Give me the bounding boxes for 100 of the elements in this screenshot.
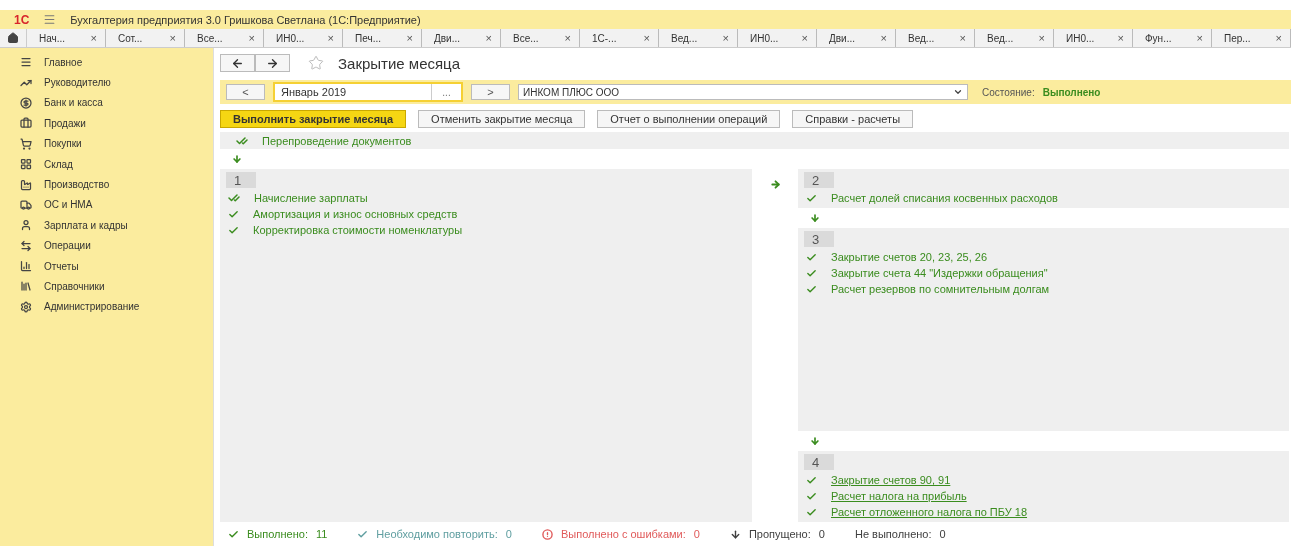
sidebar-item[interactable]: Руководителю (0, 72, 213, 93)
person-icon (20, 219, 32, 232)
grid-icon (20, 158, 32, 171)
menu-icon (20, 56, 32, 69)
sidebar-item[interactable]: Зарплата и кадры (0, 215, 213, 236)
window-title: Бухгалтерия предприятия 3.0 Гришкова Светлана (1С:Предприятие) (70, 13, 421, 26)
sidebar-item[interactable]: Банк и касса (0, 92, 213, 114)
sidebar-item[interactable]: Склад (0, 153, 213, 175)
close-icon[interactable]: × (1038, 32, 1045, 44)
organization-field[interactable]: ИНКОМ ПЛЮС ООО (518, 84, 968, 100)
app-logo: 1С (14, 12, 30, 27)
down-arrow-icon (729, 528, 741, 540)
operation-label: Начисление зарплаты (254, 192, 368, 204)
operation-label: Расчет резервов по сомнительным долгам (831, 283, 1050, 295)
sidebar-item[interactable]: Продажи (0, 113, 213, 134)
legend-count: 0 (505, 528, 512, 540)
operation-link[interactable]: Расчет отложенного налога по ПБУ 18 (831, 506, 1028, 518)
close-icon[interactable]: × (880, 32, 887, 44)
period-field[interactable]: Январь 2019 ... (273, 82, 463, 102)
close-icon[interactable]: × (1275, 32, 1282, 44)
right-arrow-icon (769, 179, 781, 190)
star-icon[interactable] (308, 55, 324, 71)
swap-arrows-icon (20, 239, 32, 252)
state-label: Состояние: (982, 86, 1035, 98)
check-icon (357, 528, 369, 540)
close-icon[interactable]: × (643, 32, 650, 44)
double-check-icon (236, 134, 248, 147)
document-tab[interactable]: Дви... × (422, 29, 501, 47)
dropdown-icon[interactable] (953, 87, 963, 97)
legend-label: Выполнено: (247, 528, 308, 540)
check-icon (806, 474, 817, 486)
operation-link[interactable]: Закрытие счетов 90, 91 (831, 474, 951, 486)
legend-count: 11 (315, 528, 328, 540)
document-tab[interactable]: Дви... × (817, 29, 896, 47)
document-tab[interactable]: Вед... × (659, 29, 738, 47)
sidebar-item[interactable]: ОС и НМА (0, 194, 213, 216)
legend-label: Пропущено: (748, 528, 811, 540)
right-arrow-icon[interactable] (266, 56, 279, 70)
document-tab[interactable]: Пер... × (1212, 29, 1291, 47)
sidebar-item[interactable]: Операции (0, 235, 213, 256)
close-icon[interactable]: × (485, 32, 492, 44)
page-title: Закрытие месяца (338, 54, 461, 72)
document-tab[interactable]: Все... × (185, 29, 264, 47)
check-icon (806, 283, 817, 295)
sidebar-item[interactable]: Отчеты (0, 255, 213, 277)
close-icon[interactable]: × (564, 32, 571, 44)
cart-icon (20, 137, 32, 150)
action-button[interactable]: Отменить закрытие месяца (418, 110, 586, 128)
close-icon[interactable]: × (1117, 32, 1124, 44)
document-tab[interactable]: Печ... × (343, 29, 422, 47)
legend-count: 0 (693, 528, 700, 540)
document-tab[interactable]: Вед... × (896, 29, 975, 47)
close-icon[interactable]: × (90, 32, 97, 44)
down-arrow-icon (810, 436, 820, 446)
action-button[interactable]: Справки - расчеты (792, 110, 914, 128)
sidebar-item[interactable]: Главное (0, 52, 213, 73)
check-icon (228, 208, 239, 220)
close-icon[interactable]: × (959, 32, 966, 44)
sidebar-item[interactable]: Администрирование (0, 296, 213, 318)
sidebar-item[interactable]: Справочники (0, 276, 213, 297)
document-tab[interactable]: ИН0... × (264, 29, 343, 47)
document-tab[interactable]: Фун... × (1133, 29, 1212, 47)
close-icon[interactable]: × (801, 32, 808, 44)
next-period-button[interactable]: > (471, 84, 510, 100)
document-tab[interactable]: Вед... × (975, 29, 1054, 47)
document-tab[interactable]: ИН0... × (738, 29, 817, 47)
check-icon (806, 490, 817, 502)
operation-link[interactable]: Расчет налога на прибыль (831, 490, 967, 502)
check-icon (806, 267, 817, 279)
check-icon (806, 251, 817, 263)
sidebar-item[interactable]: Производство (0, 174, 213, 195)
forward-button[interactable] (255, 54, 290, 72)
document-tab[interactable]: Все... × (501, 29, 580, 47)
down-arrow-icon (232, 154, 242, 164)
factory-icon (20, 178, 32, 191)
document-tab[interactable]: Нач... × (27, 29, 106, 47)
close-icon[interactable]: × (722, 32, 729, 44)
document-tab[interactable]: 1С-... × (580, 29, 659, 47)
document-tab[interactable]: Сот... × (106, 29, 185, 47)
home-icon[interactable] (7, 32, 19, 44)
back-button[interactable] (220, 54, 255, 72)
close-icon[interactable]: × (1196, 32, 1203, 44)
coin-icon (20, 96, 32, 109)
close-icon[interactable]: × (248, 32, 255, 44)
step-number: 3 (804, 231, 834, 247)
legend-label: Выполнено с ошибками: (560, 528, 686, 540)
sidebar-item[interactable]: Покупки (0, 133, 213, 154)
close-icon[interactable]: × (327, 32, 334, 44)
left-arrow-icon[interactable] (231, 56, 244, 70)
check-icon (806, 192, 817, 204)
menu-icon[interactable] (43, 13, 57, 26)
run-button[interactable]: Выполнить закрытие месяца (220, 110, 407, 128)
legend-label: Необходимо повторить: (376, 528, 498, 540)
document-tab[interactable]: ИН0... × (1054, 29, 1133, 47)
operation-label: Закрытие счета 44 "Издержки обращения" (831, 267, 1048, 279)
close-icon[interactable]: × (169, 32, 176, 44)
operation-label: Амортизация и износ основных средств (253, 208, 458, 220)
action-button[interactable]: Отчет о выполнении операций (597, 110, 781, 128)
previous-period-button[interactable]: < (226, 84, 265, 100)
close-icon[interactable]: × (406, 32, 413, 44)
